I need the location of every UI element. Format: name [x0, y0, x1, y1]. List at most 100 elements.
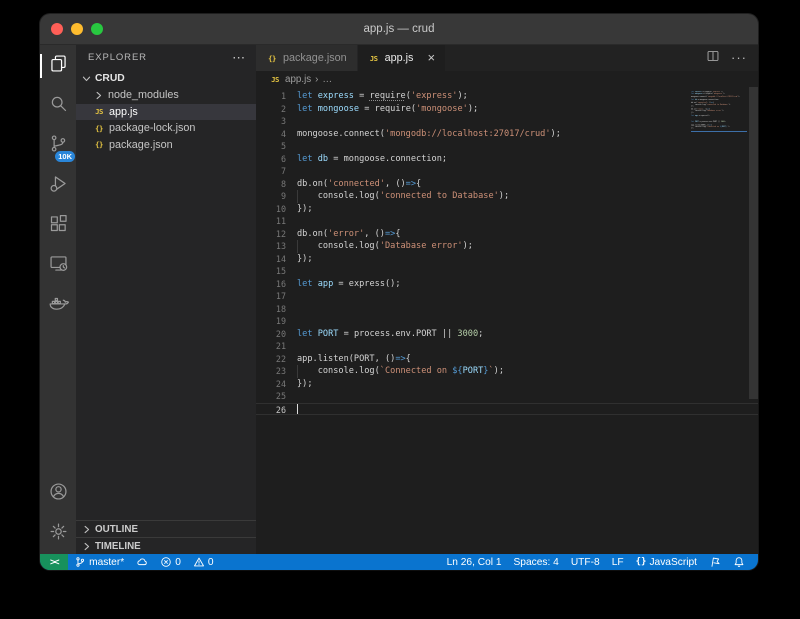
status-bar-left: >< master* 0 0 — [40, 554, 220, 570]
line-content: }); — [297, 203, 313, 214]
status-label: LF — [611, 556, 624, 568]
code-line-18: 18 — [256, 303, 758, 316]
sidebar-item-app-js[interactable]: JS app.js — [76, 103, 256, 120]
line-number: 17 — [275, 291, 286, 301]
status-cursor-position[interactable]: Ln 26, Col 1 — [441, 554, 508, 570]
sidebar-section-timeline[interactable]: TIMELINE — [76, 537, 256, 554]
line-content: console.log('connected to Database'); — [297, 190, 510, 203]
status-warnings[interactable]: 0 — [187, 554, 220, 570]
title-bar[interactable]: app.js — crud — [40, 14, 758, 45]
line-content: db.on('error', ()=>{ — [297, 228, 401, 239]
line-number: 13 — [275, 241, 286, 251]
line-content — [297, 215, 758, 228]
sidebar-item-package-lock-json[interactable]: {} package-lock.json — [76, 120, 256, 137]
line-number: 26 — [275, 404, 286, 415]
activity-bar: 10K — [40, 45, 76, 554]
code-line-26: 26 — [256, 402, 758, 415]
breadcrumb-file[interactable]: app.js — [285, 74, 311, 85]
line-number: 3 — [280, 116, 286, 126]
line-number: 8 — [280, 178, 286, 189]
line-number: 14 — [275, 253, 286, 264]
line-content: }); — [297, 253, 313, 264]
file-label: package-lock.json — [109, 122, 196, 135]
activity-bar-item-extensions[interactable] — [40, 206, 76, 246]
status-label: Ln 26, Col 1 — [446, 556, 502, 568]
line-number: 21 — [275, 341, 286, 351]
json-file-icon: {} — [95, 123, 103, 133]
zoom-window-button[interactable] — [91, 23, 103, 35]
run-debug-icon — [48, 173, 69, 199]
code-line-19: 19 — [256, 315, 758, 328]
split-editor-icon[interactable] — [706, 49, 720, 68]
line-content: let express = require('express'); — [297, 91, 468, 101]
status-errors[interactable]: 0 — [154, 554, 187, 570]
status-language-mode[interactable]: {} JavaScript — [630, 554, 703, 570]
activity-bar-item-accounts[interactable] — [40, 474, 76, 514]
status-encoding[interactable]: UTF-8 — [565, 554, 606, 570]
line-content — [297, 290, 758, 303]
sidebar-section-outline[interactable]: OUTLINE — [76, 520, 256, 537]
status-label: JavaScript — [649, 556, 697, 568]
code-line-21: 21 — [256, 340, 758, 353]
activity-bar-item-settings[interactable] — [40, 514, 76, 554]
minimize-window-button[interactable] — [71, 23, 83, 35]
line-number: 22 — [275, 353, 286, 364]
git-branch-icon — [74, 556, 86, 568]
activity-bar-item-search[interactable] — [40, 86, 76, 126]
chevron-right-icon — [81, 541, 92, 552]
line-content — [297, 140, 758, 153]
tab-app-js[interactable]: JS app.js × — [357, 45, 446, 71]
chevron-right-icon — [93, 90, 104, 101]
line-content: let db = mongoose.connection; — [297, 153, 448, 164]
line-content: let app = express(); — [297, 278, 401, 289]
line-content: mongoose.connect('mongodb://localhost:27… — [297, 128, 561, 139]
status-sync-publish[interactable] — [130, 554, 154, 570]
js-file-icon: JS — [95, 107, 103, 117]
line-number: 2 — [280, 103, 286, 114]
line-number: 10 — [275, 203, 286, 214]
code-line-24: 24}); — [256, 378, 758, 391]
js-file-icon: JS — [369, 53, 378, 63]
close-window-button[interactable] — [51, 23, 63, 35]
code-line-1: 1 let express = require('express'); — [256, 90, 758, 103]
tab-package-json[interactable]: {} package.json — [256, 45, 358, 71]
status-label: master* — [89, 556, 125, 568]
line-number: 4 — [280, 128, 286, 139]
breadcrumb[interactable]: JS app.js › … — [256, 71, 758, 87]
activity-bar-item-run-debug[interactable] — [40, 166, 76, 206]
code-line-13: 13 console.log('Database error'); — [256, 240, 758, 253]
status-branch-indicator[interactable]: master* — [68, 554, 130, 570]
status-eol[interactable]: LF — [606, 554, 630, 570]
status-indentation[interactable]: Spaces: 4 — [508, 554, 565, 570]
line-content — [297, 390, 758, 403]
activity-bar-item-source-control[interactable]: 10K — [40, 126, 76, 166]
status-notifications[interactable] — [727, 554, 751, 570]
sidebar-item-node-modules[interactable]: node_modules — [76, 87, 256, 104]
status-label: 0 — [207, 556, 214, 568]
code-line-12: 12 db.on('error', ()=>{ — [256, 228, 758, 241]
error-icon — [160, 556, 172, 568]
line-number: 15 — [275, 266, 286, 276]
docker-icon — [48, 293, 69, 319]
line-number: 16 — [275, 278, 286, 289]
window-title: app.js — crud — [363, 23, 435, 35]
remote-indicator[interactable]: >< — [40, 554, 69, 570]
sidebar-item-package-json[interactable]: {} package.json — [76, 137, 256, 154]
editor-group: {} package.json JS app.js × ··· JS app.js › …… — [256, 45, 758, 554]
code-lines: 1 let express = require('express'); 2 let m… — [256, 90, 758, 415]
code-line-10: 10}); — [256, 203, 758, 216]
sidebar-item-crud-root[interactable]: CRUD — [76, 70, 256, 87]
editor-scrollbar[interactable] — [749, 87, 758, 399]
traffic-lights — [51, 14, 103, 44]
status-feedback[interactable] — [703, 554, 727, 570]
code-line-9: 9 console.log('connected to Database'); — [256, 190, 758, 203]
breadcrumb-more[interactable]: … — [322, 74, 332, 85]
code-editor[interactable]: 1 let express = require('express'); 2 let m… — [256, 87, 758, 554]
file-label: node_modules — [108, 89, 179, 102]
activity-bar-item-docker[interactable] — [40, 286, 76, 326]
activity-bar-item-remote-explorer[interactable] — [40, 246, 76, 286]
remote-explorer-icon — [48, 253, 69, 279]
activity-bar-item-explorer[interactable] — [40, 46, 76, 86]
line-number: 7 — [280, 166, 286, 176]
scm-changes-badge: 10K — [55, 150, 75, 162]
